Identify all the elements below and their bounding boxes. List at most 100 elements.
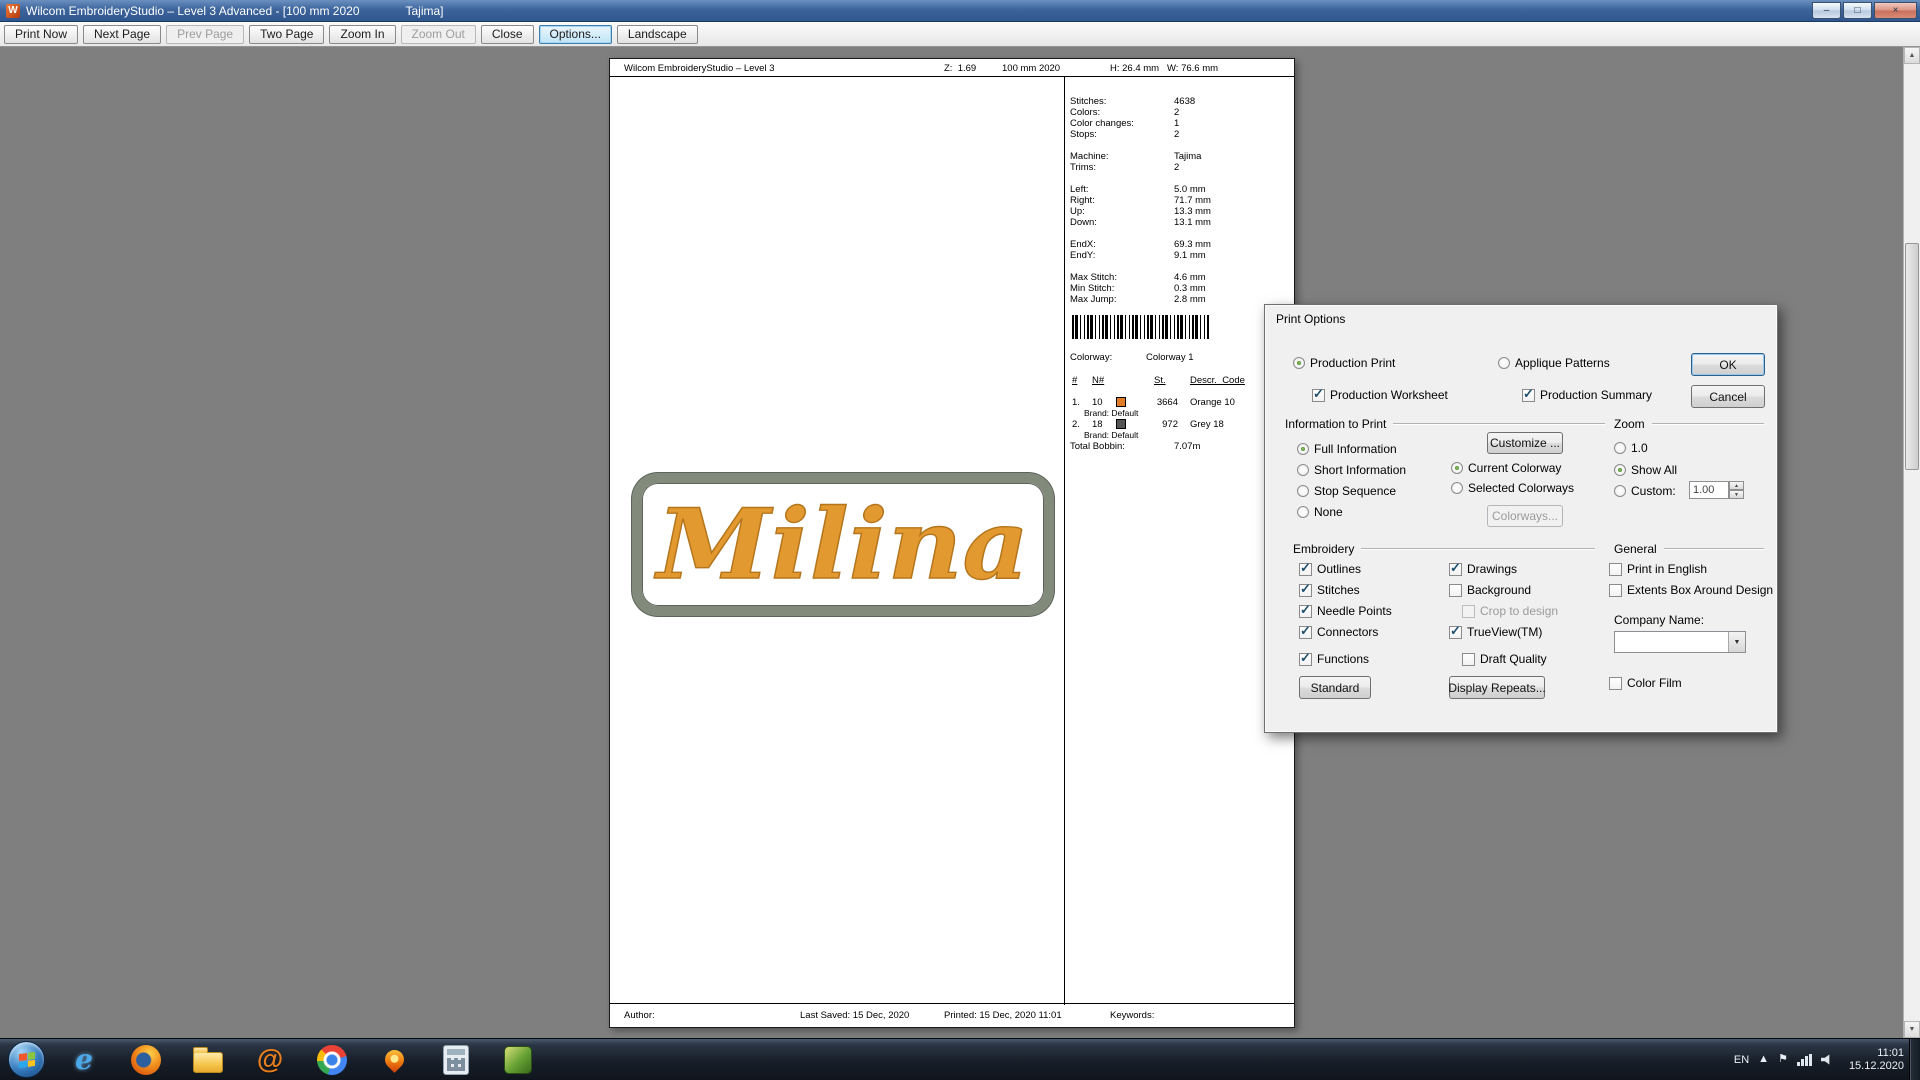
close-preview-button[interactable]: Close xyxy=(481,25,534,44)
production-summary-checkbox[interactable]: ✓ Production Summary xyxy=(1522,388,1652,402)
network-icon[interactable] xyxy=(1797,1054,1812,1066)
checkbox-box: ✓ xyxy=(1462,605,1475,618)
page-header-dims: H: 26.4 mm W: 76.6 mm xyxy=(1110,63,1218,74)
volume-icon[interactable] xyxy=(1821,1054,1835,1066)
spinner-up-icon[interactable]: ▲ xyxy=(1729,481,1744,490)
check-icon: ✓ xyxy=(1523,386,1534,402)
start-button[interactable] xyxy=(8,1041,45,1078)
vertical-scrollbar[interactable]: ▲ ▼ xyxy=(1903,47,1920,1038)
thread-row: 2. 18 972 Grey 18 xyxy=(1068,419,1294,430)
extents-box-checkbox[interactable]: ✓ Extents Box Around Design xyxy=(1609,583,1773,597)
options-button[interactable]: Options... xyxy=(539,25,612,44)
color-film-checkbox[interactable]: ✓ Color Film xyxy=(1609,676,1682,690)
page-header-zoom: Z: 1.69 xyxy=(944,63,976,74)
two-page-button[interactable]: Two Page xyxy=(249,25,324,44)
app-button[interactable] xyxy=(493,1041,543,1079)
production-worksheet-checkbox[interactable]: ✓ Production Worksheet xyxy=(1312,388,1448,402)
page-header: Wilcom EmbroideryStudio – Level 3 Z: 1.6… xyxy=(610,59,1294,77)
radio-label: Full Information xyxy=(1314,442,1397,456)
title-bar: W Wilcom EmbroideryStudio – Level 3 Adva… xyxy=(0,0,1920,22)
show-all-radio[interactable]: Show All xyxy=(1614,463,1677,477)
scroll-up-button[interactable]: ▲ xyxy=(1904,47,1920,64)
clock[interactable]: 11:01 15.12.2020 xyxy=(1849,1047,1904,1073)
zoom-in-button[interactable]: Zoom In xyxy=(329,25,395,44)
burner-app-button[interactable] xyxy=(369,1041,419,1079)
needle-points-checkbox[interactable]: ✓ Needle Points xyxy=(1299,604,1392,618)
full-information-radio[interactable]: Full Information xyxy=(1297,442,1397,456)
applique-patterns-radio[interactable]: Applique Patterns xyxy=(1498,356,1610,370)
check-icon: ✓ xyxy=(1313,386,1324,402)
radio-label: Production Print xyxy=(1310,356,1395,370)
functions-checkbox[interactable]: ✓ Functions xyxy=(1299,652,1369,666)
radio-label: Short Information xyxy=(1314,463,1406,477)
action-center-icon[interactable]: ⚑ xyxy=(1778,1054,1788,1065)
background-checkbox[interactable]: ✓ Background xyxy=(1449,583,1531,597)
custom-zoom-radio[interactable]: Custom: xyxy=(1614,484,1676,498)
custom-zoom-input[interactable] xyxy=(1689,481,1729,499)
stat-row: Color changes:1 xyxy=(1068,118,1294,129)
show-desktop-button[interactable] xyxy=(1909,1039,1920,1080)
radio-label: None xyxy=(1314,505,1343,519)
colorway-row: Colorway: Colorway 1 xyxy=(1068,352,1294,363)
mail-button[interactable]: @ xyxy=(245,1041,295,1079)
display-repeats-button[interactable]: Display Repeats... xyxy=(1449,676,1545,699)
design-svg: Milina xyxy=(645,486,1041,604)
group-title: Zoom xyxy=(1614,417,1645,431)
internet-explorer-button[interactable]: e xyxy=(59,1041,109,1079)
checkbox-box: ✓ xyxy=(1299,626,1312,639)
drawings-checkbox[interactable]: ✓ Drawings xyxy=(1449,562,1517,576)
internet-explorer-icon: e xyxy=(75,1043,93,1076)
connectors-checkbox[interactable]: ✓ Connectors xyxy=(1299,625,1378,639)
stitches-checkbox[interactable]: ✓ Stitches xyxy=(1299,583,1360,597)
design-stats: Stitches:4638 Colors:2 Color changes:1 S… xyxy=(1068,77,1294,305)
zoom-1-radio[interactable]: 1.0 xyxy=(1614,441,1648,455)
group-title: Information to Print xyxy=(1285,417,1386,431)
minimize-button[interactable]: – xyxy=(1812,2,1841,19)
standard-button[interactable]: Standard xyxy=(1299,676,1371,699)
ok-button[interactable]: OK xyxy=(1691,353,1765,376)
customize-button[interactable]: Customize ... xyxy=(1487,432,1563,454)
checkbox-box: ✓ xyxy=(1449,563,1462,576)
production-print-radio[interactable]: Production Print xyxy=(1293,356,1395,370)
calculator-button[interactable] xyxy=(431,1041,481,1079)
tray-date: 15.12.2020 xyxy=(1849,1060,1904,1073)
selected-colorways-radio[interactable]: Selected Colorways xyxy=(1451,481,1574,495)
scroll-down-button[interactable]: ▼ xyxy=(1904,1021,1920,1038)
maximize-button[interactable]: □ xyxy=(1843,2,1872,19)
crop-to-design-checkbox: ✓ Crop to design xyxy=(1462,604,1558,618)
radio-circle xyxy=(1297,443,1309,455)
draft-quality-checkbox[interactable]: ✓ Draft Quality xyxy=(1462,652,1547,666)
checkbox-box: ✓ xyxy=(1609,584,1622,597)
close-button[interactable]: × xyxy=(1874,2,1917,19)
short-information-radio[interactable]: Short Information xyxy=(1297,463,1406,477)
radio-label: Custom: xyxy=(1631,484,1676,498)
firefox-button[interactable] xyxy=(121,1041,171,1079)
thread-table-header: # N# St. Descr. Code xyxy=(1068,375,1294,387)
trueview-checkbox[interactable]: ✓ TrueView(TM) xyxy=(1449,625,1542,639)
chrome-button[interactable] xyxy=(307,1041,357,1079)
checkbox-box: ✓ xyxy=(1299,605,1312,618)
file-explorer-button[interactable] xyxy=(183,1041,233,1079)
outlines-checkbox[interactable]: ✓ Outlines xyxy=(1299,562,1361,576)
company-name-select[interactable]: ▼ xyxy=(1614,631,1746,653)
spinner-down-icon[interactable]: ▼ xyxy=(1729,490,1744,499)
hidden-icons-icon[interactable]: ▲ xyxy=(1758,1054,1769,1065)
checkbox-label: TrueView(TM) xyxy=(1467,625,1542,639)
check-icon: ✓ xyxy=(1300,650,1311,666)
next-page-button[interactable]: Next Page xyxy=(83,25,161,44)
stop-sequence-radio[interactable]: Stop Sequence xyxy=(1297,484,1396,498)
none-radio[interactable]: None xyxy=(1297,505,1343,519)
radio-circle xyxy=(1498,357,1510,369)
cancel-button[interactable]: Cancel xyxy=(1691,385,1765,408)
language-indicator[interactable]: EN xyxy=(1734,1054,1749,1066)
scrollbar-thumb[interactable] xyxy=(1905,243,1919,470)
print-in-english-checkbox[interactable]: ✓ Print in English xyxy=(1609,562,1707,576)
landscape-button[interactable]: Landscape xyxy=(617,25,698,44)
checkbox-label: Background xyxy=(1467,583,1531,597)
radio-circle xyxy=(1614,442,1626,454)
print-now-button[interactable]: Print Now xyxy=(4,25,78,44)
current-colorway-radio[interactable]: Current Colorway xyxy=(1451,461,1561,475)
checkbox-box: ✓ xyxy=(1449,584,1462,597)
radio-circle xyxy=(1297,464,1309,476)
custom-zoom-stepper[interactable]: ▲▼ xyxy=(1729,481,1744,499)
